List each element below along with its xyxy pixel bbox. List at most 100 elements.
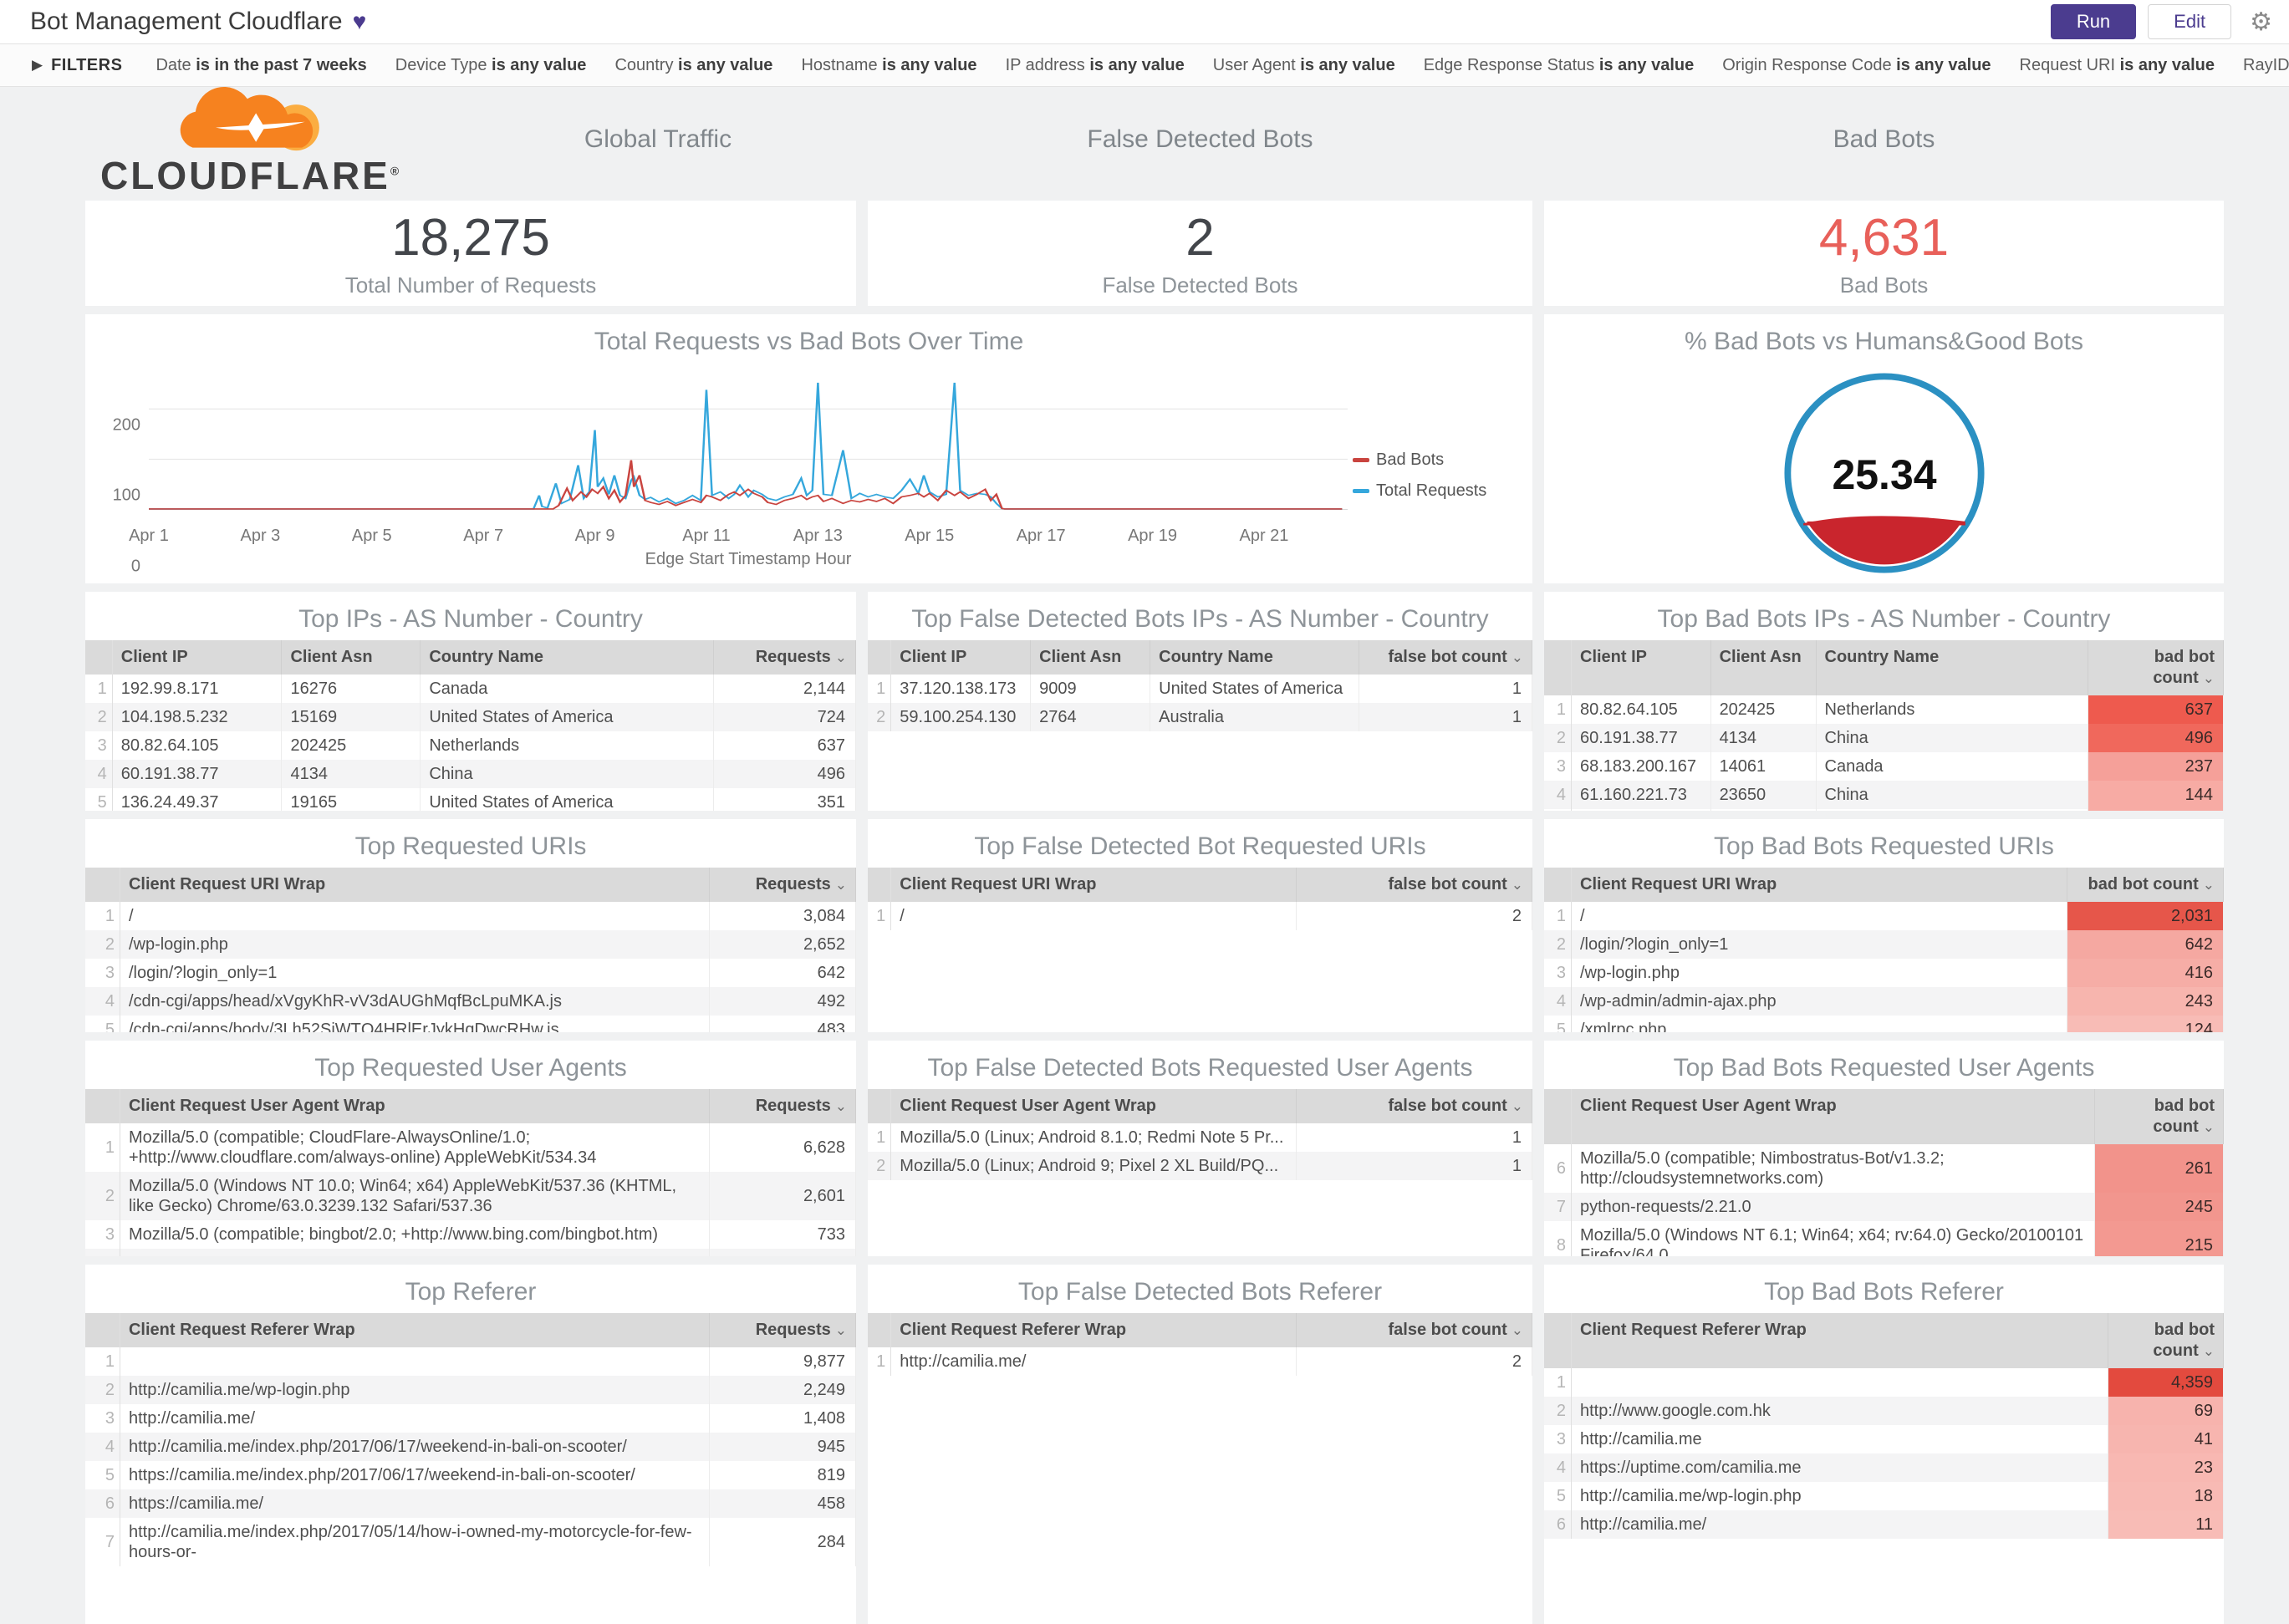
column-header[interactable]: false bot count ⌄ (1296, 1089, 1532, 1123)
column-header[interactable]: Client Asn (1710, 640, 1817, 695)
column-header[interactable]: Requests ⌄ (709, 1313, 856, 1347)
column-header[interactable]: bad bot count ⌄ (2108, 1313, 2224, 1368)
column-header[interactable]: Client Request User Agent Wrap (1571, 1089, 2095, 1144)
table-row[interactable]: 4 681 (85, 1249, 856, 1256)
filter-item[interactable]: Edge Response Status is any value (1424, 56, 1695, 75)
table-row[interactable]: 4 61.160.221.73 23650 China 144 (1544, 781, 2224, 809)
column-header[interactable]: Client Asn (1030, 640, 1151, 675)
table-row[interactable]: 3 68.183.200.167 14061 Canada 237 (1544, 752, 2224, 781)
filters-expander-icon[interactable]: ▶ (32, 57, 43, 74)
table-row[interactable]: 3 http://camilia.me 41 (1544, 1425, 2224, 1453)
table-cell: /wp-admin/admin-ajax.php (1571, 987, 2068, 1016)
table-row[interactable]: 4 http://camilia.me/index.php/2017/06/17/… (85, 1433, 856, 1461)
column-header[interactable]: Client IP (112, 640, 283, 675)
column-header[interactable]: Requests ⌄ (709, 868, 856, 902)
filter-item[interactable]: Device Type is any value (395, 56, 587, 75)
run-button[interactable]: Run (2050, 4, 2137, 39)
table-row[interactable]: 1/2 (868, 902, 1532, 930)
table-row[interactable]: 6 http://camilia.me/11 (1544, 1510, 2224, 1539)
table-row[interactable]: 1 37.120.138.173 9009 United States of Amer… (868, 675, 1532, 703)
filter-item[interactable]: Date is in the past 7 weeks (155, 56, 366, 75)
column-header[interactable]: Country Name (1816, 640, 2088, 695)
table-row[interactable]: 2 104.198.5.232 15169 United States of Amer… (85, 703, 856, 731)
column-header[interactable]: Client Asn (281, 640, 421, 675)
column-header[interactable]: Client IP (1571, 640, 1711, 695)
table-row[interactable]: 1 192.99.8.171 16276 Canada 2,144 (85, 675, 856, 703)
table-row[interactable]: 3/wp-login.php 416 (1544, 959, 2224, 987)
table-row[interactable]: 2 Mozilla/5.0 (Windows NT 10.0; Win64; x6… (85, 1172, 856, 1220)
table-row[interactable]: 3 Mozilla/5.0 (compatible; bingbot/2.0; +… (85, 1220, 856, 1249)
column-header[interactable]: Client Request User Agent Wrap (120, 1089, 710, 1123)
table-row[interactable]: 4 60.191.38.77 4134 China 496 (85, 760, 856, 788)
table-row[interactable]: 1 http://camilia.me/2 (868, 1347, 1532, 1376)
table-row[interactable]: 2 http://www.google.com.hk 69 (1544, 1397, 2224, 1425)
table-row[interactable]: 1 4,359 (1544, 1368, 2224, 1397)
column-header[interactable]: Client Request User Agent Wrap (890, 1089, 1297, 1123)
column-header[interactable]: Country Name (1150, 640, 1360, 675)
filter-item[interactable]: Request URI is any value (2020, 56, 2215, 75)
table-row[interactable]: 4/wp-admin/admin-ajax.php 243 (1544, 987, 2224, 1016)
table-row[interactable]: 1 Mozilla/5.0 (compatible; CloudFlare-Alw… (85, 1123, 856, 1172)
table-title: Top IPs - AS Number - Country (298, 605, 643, 633)
table-row[interactable]: 8 Mozilla/5.0 (Windows NT 6.1; Win64; x64… (1544, 1221, 2224, 1256)
column-header[interactable]: Requests ⌄ (709, 1089, 856, 1123)
table-row[interactable]: 7 http://camilia.me/index.php/2017/05/14/… (85, 1518, 856, 1566)
table-row[interactable]: 1 80.82.64.105 202425 Netherlands 637 (1544, 695, 2224, 724)
filter-item[interactable]: RayID is any value (2243, 56, 2289, 75)
table-row[interactable]: 3/login/?login_only=1 642 (85, 959, 856, 987)
table-row[interactable]: 5/xmlrpc.php 124 (1544, 1016, 2224, 1032)
timeseries-plot[interactable] (149, 368, 1348, 522)
filter-item[interactable]: IP address is any value (1006, 56, 1185, 75)
column-header[interactable]: bad bot count ⌄ (2088, 640, 2224, 695)
table-row[interactable]: 1 9,877 (85, 1347, 856, 1376)
table-row[interactable]: 1/3,084 (85, 902, 856, 930)
column-header[interactable]: false bot count ⌄ (1296, 868, 1532, 902)
table-row[interactable]: 4 https://uptime.com/camilia.me 23 (1544, 1453, 2224, 1482)
column-header[interactable]: Client Request URI Wrap (890, 868, 1297, 902)
table-row[interactable]: 7 python-requests/2.21.0 245 (1544, 1193, 2224, 1221)
table-row[interactable]: 2 59.100.254.130 2764 Australia 1 (868, 703, 1532, 731)
column-header[interactable]: Client Request URI Wrap (1571, 868, 2068, 902)
filter-item[interactable]: Origin Response Code is any value (1722, 56, 1991, 75)
column-header[interactable]: Country Name (420, 640, 714, 675)
table-row[interactable]: 1/2,031 (1544, 902, 2224, 930)
table-row[interactable]: 3 80.82.64.105 202425 Netherlands 637 (85, 731, 856, 760)
table-row[interactable]: 6 Mozilla/5.0 (compatible; Nimbostratus-B… (1544, 1144, 2224, 1193)
table-row[interactable]: 2/wp-login.php 2,652 (85, 930, 856, 959)
column-header[interactable]: Client Request URI Wrap (120, 868, 710, 902)
column-header[interactable]: false bot count ⌄ (1296, 1313, 1532, 1347)
table-cell: Mozilla/5.0 (Linux; Android 9; Pixel 2 X… (890, 1152, 1297, 1180)
column-header[interactable]: bad bot count ⌄ (2094, 1089, 2224, 1144)
column-header[interactable]: Client Request Referer Wrap (120, 1313, 710, 1347)
table-row[interactable]: 6 https://camilia.me/458 (85, 1489, 856, 1518)
filter-item[interactable]: User Agent is any value (1213, 56, 1395, 75)
edit-button[interactable]: Edit (2148, 4, 2232, 39)
column-header[interactable]: bad bot count ⌄ (2067, 868, 2224, 902)
row-number: 4 (85, 1433, 120, 1461)
table-row[interactable]: 2 Mozilla/5.0 (Linux; Android 9; Pixel 2 … (868, 1152, 1532, 1180)
table-row[interactable]: 5123.163.122.17314261China133 (1544, 809, 2224, 811)
table-row[interactable]: 5 136.24.49.37 19165 United States of Ameri… (85, 788, 856, 811)
table-row[interactable]: 2 http://camilia.me/wp-login.php 2,249 (85, 1376, 856, 1404)
series-bad-bots (149, 460, 1343, 510)
column-header[interactable]: Client Request Referer Wrap (890, 1313, 1297, 1347)
filter-item[interactable]: Hostname is any value (801, 56, 976, 75)
table-cell: 724 (713, 703, 856, 731)
column-header[interactable]: Requests ⌄ (713, 640, 856, 675)
filter-item[interactable]: Country is any value (614, 56, 772, 75)
table-row[interactable]: 3 http://camilia.me/1,408 (85, 1404, 856, 1433)
table-row[interactable]: 5 http://camilia.me/wp-login.php 18 (1544, 1482, 2224, 1510)
table-row[interactable]: 4/cdn-cgi/apps/head/xVgyKhR-vV3dAUGhMqfB… (85, 987, 856, 1016)
legend-item[interactable]: Bad Bots (1353, 451, 1524, 470)
column-header[interactable]: Client IP (890, 640, 1032, 675)
table-row[interactable]: 2/login/?login_only=1 642 (1544, 930, 2224, 959)
table-row[interactable]: 2 60.191.38.77 4134 China 496 (1544, 724, 2224, 752)
column-header[interactable]: false bot count ⌄ (1359, 640, 1532, 675)
table-row[interactable]: 5 https://camilia.me/index.php/2017/06/17… (85, 1461, 856, 1489)
gear-icon[interactable]: ⚙ (2250, 8, 2272, 37)
table-row[interactable]: 1 Mozilla/5.0 (Linux; Android 8.1.0; Redm… (868, 1123, 1532, 1152)
table-row[interactable]: 5/cdn-cgi/apps/body/3Lh52SjWTQ4HRlErJykH… (85, 1016, 856, 1032)
table-cell: http://camilia.me/ (120, 1404, 710, 1433)
column-header[interactable]: Client Request Referer Wrap (1571, 1313, 2108, 1368)
legend-item[interactable]: Total Requests (1353, 481, 1524, 501)
